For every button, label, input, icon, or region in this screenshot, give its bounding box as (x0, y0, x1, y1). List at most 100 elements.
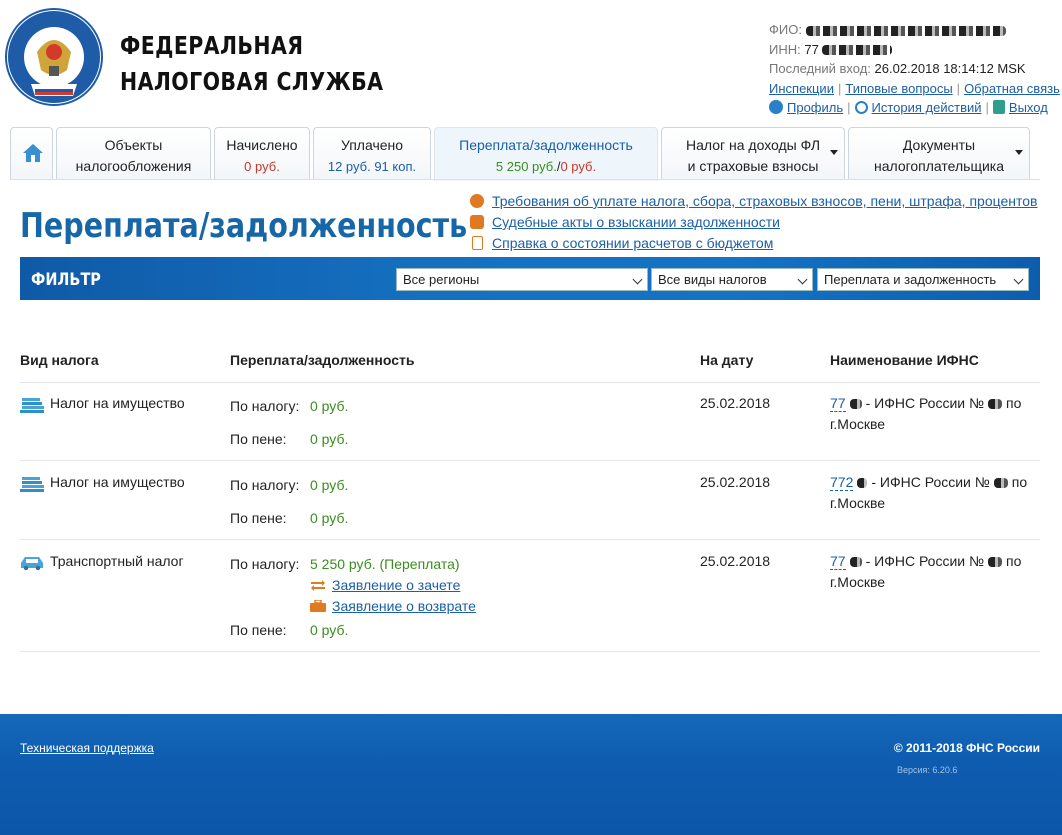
offset-application-link[interactable]: Заявление о зачете (332, 575, 460, 596)
ifns-city: г.Москве (830, 416, 886, 432)
tab-objects-label-2: налогообложения (75, 158, 192, 174)
last-login-row: Последний вход: 26.02.2018 18:14:12 MSK (769, 59, 1060, 79)
tax-name: Налог на имущество (50, 474, 185, 490)
filter-label: ФИЛЬТР (31, 270, 101, 290)
row-divider (20, 651, 1040, 652)
tax-type-select-value: Все виды налогов (658, 272, 767, 287)
ifns-city: г.Москве (830, 495, 886, 511)
tax-amount: 5 250 руб. (Переплата) (310, 556, 460, 572)
date-value: 25.02.2018 (700, 474, 771, 490)
car-icon (21, 557, 43, 571)
redacted (849, 557, 862, 568)
brand-line-2: НАЛОГОВАЯ СЛУЖБА (120, 67, 384, 96)
region-select-value: Все регионы (403, 272, 480, 287)
brand-line-1: ФЕДЕРАЛЬНАЯ (120, 31, 304, 60)
fns-emblem-icon[interactable] (5, 8, 103, 106)
user-actions: Профиль | История действий | Выход (769, 98, 1060, 118)
ifns-suffix: по (1006, 395, 1022, 411)
tab-paid[interactable]: Уплачено 12 руб. 91 коп. (313, 127, 431, 179)
chevron-down-icon (1013, 274, 1024, 285)
link-court-acts[interactable]: Судебные акты о взыскании задолженности (492, 214, 780, 230)
quick-links: Требования об уплате налога, сбора, стра… (470, 191, 1037, 254)
building-icon (20, 398, 44, 413)
tab-objects[interactable]: Объекты налогообложения (56, 127, 211, 179)
ifns-code-link[interactable]: 77 (830, 395, 846, 412)
inn-label: ИНН: (769, 41, 801, 57)
redacted (849, 399, 862, 410)
row-divider (20, 460, 1040, 461)
tab-accrued[interactable]: Начислено 0 руб. (214, 127, 310, 179)
last-login-label: Последний вход: (769, 61, 871, 76)
tab-paid-amount: 12 руб. 91 коп. (327, 159, 417, 174)
tab-ndfl-label-2: и страховые взносы (687, 158, 819, 174)
tab-objects-label: Объекты (104, 137, 163, 153)
ruble-icon (470, 194, 484, 208)
ifns-code-link[interactable]: 772 (830, 474, 854, 491)
logout-link[interactable]: Выход (1009, 100, 1048, 115)
link-requirements[interactable]: Требования об уплате налога, сбора, стра… (492, 193, 1037, 209)
debt-amount: 0 руб. (560, 159, 597, 174)
logout-icon (992, 100, 1005, 114)
last-login-value: 26.02.2018 18:14:12 MSK (874, 61, 1026, 76)
inn-prefix: 77 (804, 41, 819, 57)
tab-accrued-amount: 0 руб. (244, 159, 280, 174)
ifns-name: 77 - ИФНС России № по г.Москве (830, 551, 1030, 593)
ifns-name: 77 - ИФНС России № по г.Москве (830, 393, 1030, 435)
date-value: 25.02.2018 (700, 553, 771, 569)
refund-application-link[interactable]: Заявление о возврате (332, 596, 476, 617)
ifns-suffix: по (1011, 474, 1028, 490)
ifns-code-link[interactable]: 77 (830, 553, 846, 570)
fine-amount: 0 руб. (310, 431, 349, 447)
ifns-name-text: - ИФНС России № (865, 553, 985, 569)
chevron-down-icon (830, 150, 838, 155)
ifns-city: г.Москве (830, 574, 886, 590)
col-header-balance: Переплата/задолженность (230, 352, 415, 368)
fine-amount: 0 руб. (310, 622, 349, 638)
tab-overpayment-label: Переплата/задолженность (459, 137, 633, 153)
tax-name: Налог на имущество (50, 395, 185, 411)
tab-ndfl-label: Налог на доходы ФЛ (685, 137, 821, 153)
tab-documents-label-2: налогоплательщика (873, 158, 1005, 174)
tab-paid-label: Уплачено (340, 137, 404, 153)
fio-label: ФИО: (769, 22, 802, 37)
offset-arrows-icon (311, 580, 325, 591)
link-feedback[interactable]: Обратная связь (964, 81, 1060, 96)
chevron-down-icon (632, 274, 643, 285)
header: ФЕДЕРАЛЬНАЯ НАЛОГОВАЯ СЛУЖБА ФИО: ИНН: 7… (0, 0, 1062, 125)
document-icon (472, 236, 483, 250)
profile-link[interactable]: Профиль (787, 100, 843, 115)
redacted (988, 399, 1003, 410)
tab-overpayment-amount: 5 250 руб./0 руб. (435, 156, 657, 177)
fine-label: По пене: (230, 431, 287, 447)
tab-accrued-label: Начислено (226, 137, 298, 153)
tax-type-select[interactable]: Все виды налогов (651, 268, 813, 291)
region-select[interactable]: Все регионы (396, 268, 648, 291)
quick-link-court-row: Судебные акты о взыскании задолженности (470, 212, 1037, 233)
overpayment-amount: 5 250 руб. (495, 159, 557, 174)
tab-overpayment[interactable]: Переплата/задолженность 5 250 руб./0 руб… (434, 127, 658, 181)
link-faq[interactable]: Типовые вопросы (845, 81, 952, 96)
balance-select[interactable]: Переплата и задолженность (817, 268, 1029, 291)
tax-label: По налогу: (230, 477, 300, 493)
brand-name: ФЕДЕРАЛЬНАЯ НАЛОГОВАЯ СЛУЖБА (120, 28, 383, 100)
link-certificate[interactable]: Справка о состоянии расчетов с бюджетом (492, 235, 773, 251)
fine-amount: 0 руб. (310, 510, 349, 526)
tab-home[interactable] (10, 127, 53, 179)
tab-documents[interactable]: Документы налогоплательщика (848, 127, 1030, 179)
tab-ndfl[interactable]: Налог на доходы ФЛ и страховые взносы (661, 127, 845, 179)
briefcase-icon (310, 600, 326, 612)
col-header-date: На дату (700, 352, 754, 368)
tax-amount: 0 руб. (310, 398, 349, 414)
home-icon (23, 144, 43, 162)
quick-link-certificate-row: Справка о состоянии расчетов с бюджетом (470, 233, 1037, 254)
building-icon (20, 477, 44, 492)
support-link[interactable]: Техническая поддержка (20, 741, 154, 755)
tabs-divider (10, 179, 1040, 180)
history-link[interactable]: История действий (872, 100, 982, 115)
fio-redacted (805, 25, 1006, 36)
user-links: Инспекции | Типовые вопросы | Обратная связь (769, 80, 1060, 96)
tax-label: По налогу: (230, 398, 300, 414)
inn-row: ИНН: 77 (769, 40, 1060, 60)
tax-amount: 0 руб. (310, 477, 349, 493)
link-inspections[interactable]: Инспекции (769, 81, 834, 96)
